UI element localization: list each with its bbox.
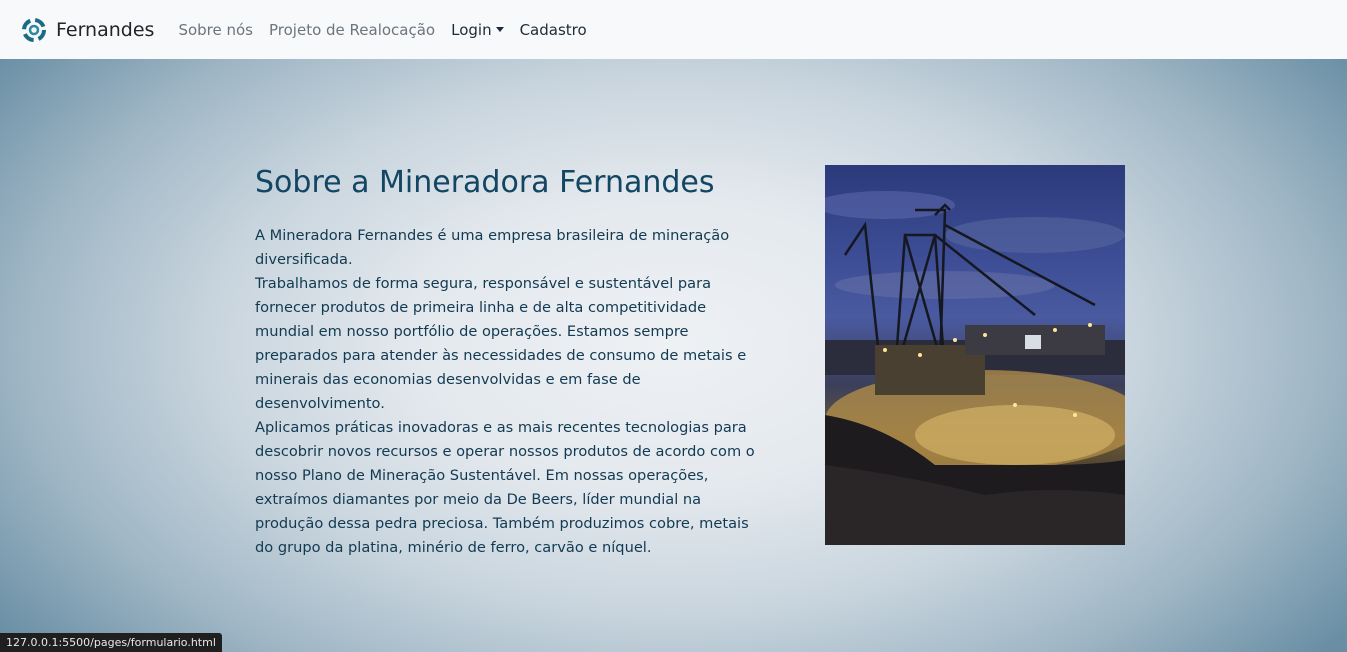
mining-excavator-photo [825,165,1125,545]
about-text: A Mineradora Fernandes é uma empresa bra… [255,224,755,560]
brand-logo-icon [22,17,46,42]
nav-link-signup[interactable]: Cadastro [520,21,587,39]
hero-section: Sobre a Mineradora Fernandes A Minerador… [0,59,1347,652]
about-paragraph: Trabalhamos de forma segura, responsável… [255,275,747,412]
nav-login-label: Login [451,20,492,39]
brand-name: Fernandes [56,18,155,41]
navbar: Fernandes Sobre nós Projeto de Realocaçã… [0,0,1347,59]
page-title: Sobre a Mineradora Fernandes [255,165,715,200]
about-paragraph: Aplicamos práticas inovadoras e as mais … [255,419,755,556]
about-paragraph: A Mineradora Fernandes é uma empresa bra… [255,227,730,268]
nav-link-project[interactable]: Projeto de Realocação [269,21,435,39]
nav-dropdown-login[interactable]: Login [451,20,504,39]
nav-links: Sobre nós Projeto de Realocação Login Ca… [178,21,602,39]
nav-link-about[interactable]: Sobre nós [178,21,253,39]
caret-down-icon [495,26,504,32]
status-bar-url: 127.0.0.1:5500/pages/formulario.html [0,633,222,652]
brand-link[interactable]: Fernandes [22,17,155,42]
